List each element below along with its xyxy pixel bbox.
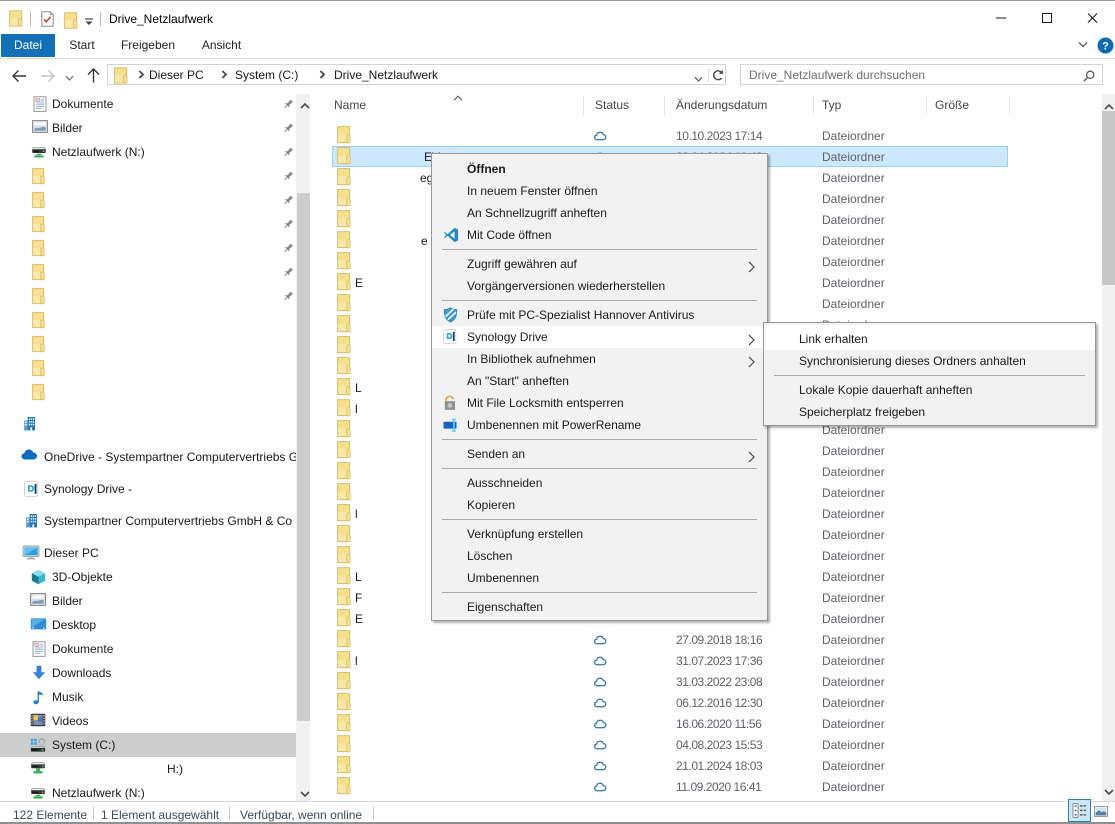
svg-text:?: ? (1102, 41, 1109, 53)
